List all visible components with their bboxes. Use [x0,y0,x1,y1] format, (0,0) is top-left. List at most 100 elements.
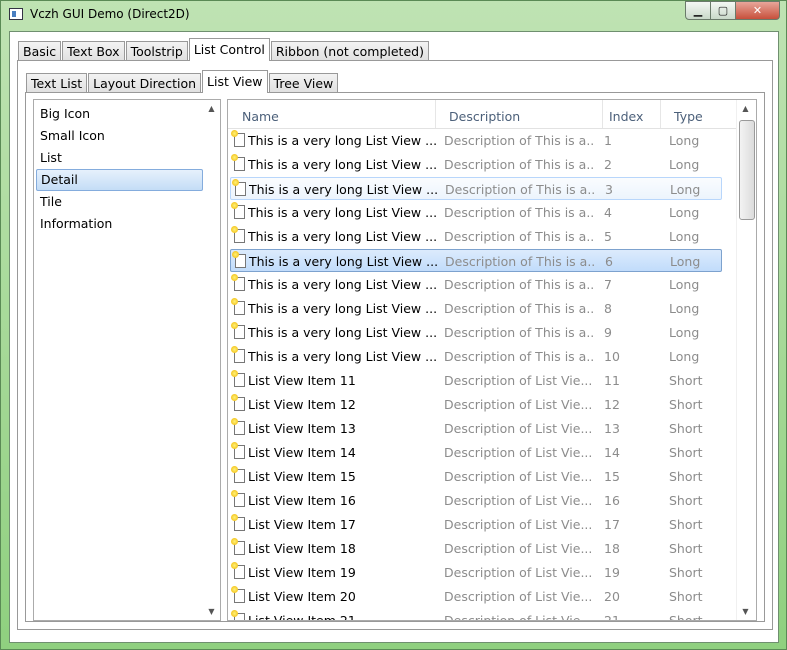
table-row[interactable]: List View Item 17 Description of List Vie… [230,513,722,536]
row-type: Short [669,469,703,484]
table-row[interactable]: List View Item 13 Description of List Vie… [230,417,722,440]
table-row[interactable]: This is a very long List View ... Descrip… [230,177,722,200]
view-mode-list[interactable]: Big Icon Small Icon List Detail Tile Informat… [33,99,221,621]
column-header-type[interactable]: Type [668,100,728,128]
table-row[interactable]: This is a very long List View ... Descrip… [230,321,722,344]
row-index: 11 [604,373,620,388]
scroll-down-icon[interactable]: ▼ [737,603,754,620]
table-row[interactable]: This is a very long List View ... Descrip… [230,249,722,272]
scroll-up-icon[interactable]: ▲ [737,100,754,117]
row-type: Long [669,277,700,292]
row-name: List View Item 18 [248,541,356,556]
row-index: 2 [604,157,612,172]
row-index: 19 [604,565,620,580]
table-row[interactable]: This is a very long List View ... Descrip… [230,129,722,152]
table-row[interactable]: List View Item 16 Description of List Vie… [230,489,722,512]
row-description: Description of This is a... [444,301,594,316]
row-index: 9 [604,325,612,340]
row-name: This is a very long List View ... [248,325,436,340]
row-description: Description of List Vie... [444,541,593,556]
table-row[interactable]: List View Item 11 Description of List Vie… [230,369,722,392]
main-tab-2[interactable]: Toolstrip [125,41,188,61]
row-description: Description of This is a... [444,157,594,172]
close-icon: ✕ [752,4,763,17]
table-row[interactable]: List View Item 19 Description of List Vie… [230,561,722,584]
table-row[interactable]: List View Item 14 Description of List Vie… [230,441,722,464]
row-type: Short [669,445,703,460]
row-name: List View Item 11 [248,373,356,388]
row-index: 17 [604,517,620,532]
row-name: List View Item 21 [230,609,436,620]
row-type: Short [669,373,703,388]
view-mode-item[interactable]: Detail [36,169,203,191]
row-description: Description of List Vie... [444,397,593,412]
scroll-up-icon[interactable]: ▲ [203,100,220,117]
row-type: Long [670,182,701,197]
list-view-scrollbar[interactable]: ▲ ▼ [736,100,756,620]
row-type: Long [669,205,700,220]
row-description: Description of This is a... [445,182,595,197]
table-row[interactable]: List View Item 12 Description of List Vie… [230,393,722,416]
view-mode-item[interactable]: Information [36,213,203,235]
table-row[interactable]: This is a very long List View ... Descrip… [230,153,722,176]
row-type: Short [669,517,703,532]
close-button[interactable]: ✕ [736,1,780,20]
view-mode-item[interactable]: List [36,147,203,169]
table-row[interactable]: List View Item 18 Description of List Vie… [230,537,722,560]
row-name: This is a very long List View ... [248,157,436,172]
column-header-description[interactable]: Description [443,100,603,128]
view-mode-item[interactable]: Big Icon [36,103,203,125]
sub-tab-2[interactable]: List View [202,70,268,93]
row-description: Description of This is a... [444,229,594,244]
maximize-button[interactable]: ▢ [711,1,736,20]
sub-tab-1[interactable]: Layout Direction [88,73,202,93]
sub-tab-3[interactable]: Tree View [268,73,339,93]
row-index: 18 [604,541,620,556]
sub-tab-0[interactable]: Text List [26,73,88,93]
table-row[interactable]: This is a very long List View ... Descrip… [230,201,722,224]
main-tab-3[interactable]: List Control [188,38,270,61]
row-type: Short [669,589,703,604]
column-header-name[interactable]: Name [236,100,436,128]
table-row[interactable]: List View Item 15 Description of List Vie… [230,465,722,488]
view-mode-item[interactable]: Small Icon [36,125,203,147]
row-type: Long [669,133,700,148]
row-type: Long [669,229,700,244]
row-description: Description of List Vie... [444,609,594,620]
row-name: List View Item 15 [248,469,356,484]
column-header-index[interactable]: Index [603,100,661,128]
row-name: List View Item 17 [248,517,356,532]
row-index: 21 [604,609,654,620]
row-index: 6 [605,254,613,269]
row-name: This is a very long List View ... [248,133,436,148]
row-name: List View Item 12 [248,397,356,412]
row-type: Long [669,157,700,172]
row-type: Short [669,609,719,620]
row-index: 15 [604,469,620,484]
table-row[interactable]: This is a very long List View ... Descrip… [230,297,722,320]
row-type: Short [669,541,703,556]
main-tab-1[interactable]: Text Box [62,41,125,61]
list-view-rows: This is a very long List View ... Descrip… [228,129,736,620]
row-type: Short [669,421,703,436]
view-mode-item[interactable]: Tile [36,191,203,213]
main-tab-0[interactable]: Basic [18,41,62,61]
table-row[interactable]: List View Item 20 Description of List Vie… [230,585,722,608]
row-description: Description of List Vie... [444,445,593,460]
row-type: Long [669,349,700,364]
list-view[interactable]: Name Description Index Type This is a ve… [227,99,757,621]
view-mode-scrollbar[interactable]: ▲ ▼ [203,100,220,620]
row-description: Description of List Vie... [444,421,593,436]
row-index: 14 [604,445,620,460]
table-row[interactable]: This is a very long List View ... Descrip… [230,345,722,368]
row-name: List View Item 20 [248,589,356,604]
table-row[interactable]: List View Item 21 Description of List Vie… [230,609,722,620]
table-row[interactable]: This is a very long List View ... Descrip… [230,273,722,296]
minimize-button[interactable]: ▁ [685,1,711,20]
scroll-down-icon[interactable]: ▼ [203,603,220,620]
table-row[interactable]: This is a very long List View ... Descrip… [230,225,722,248]
title-bar[interactable]: Vczh GUI Demo (Direct2D) ▁ ▢ ✕ [1,1,786,29]
scroll-thumb[interactable] [739,120,755,220]
main-tab-4[interactable]: Ribbon (not completed) [270,41,429,61]
row-type: Short [669,493,703,508]
